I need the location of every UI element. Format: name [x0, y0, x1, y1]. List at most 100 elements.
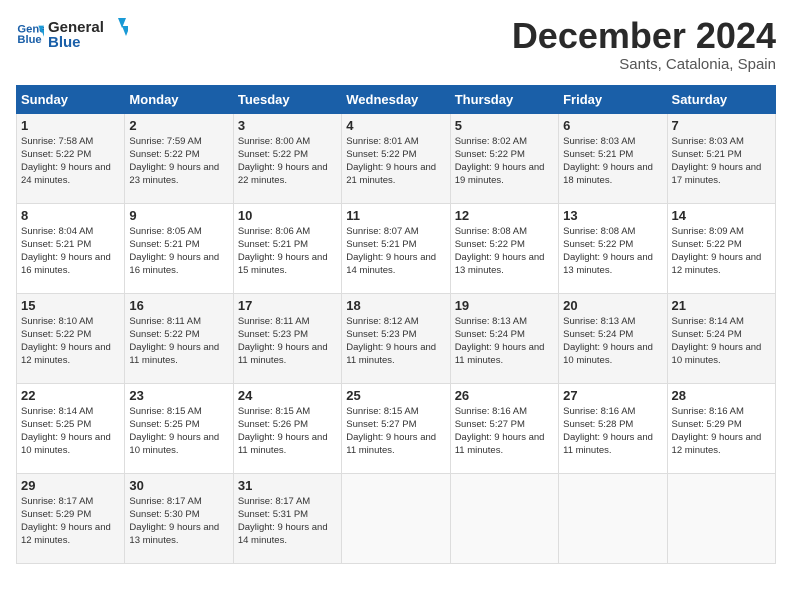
day-number: 27 — [563, 388, 662, 403]
day-info: Sunrise: 8:16 AMSunset: 5:29 PMDaylight:… — [672, 405, 771, 458]
day-number: 29 — [21, 478, 120, 493]
day-number: 2 — [129, 118, 228, 133]
day-number: 10 — [238, 208, 337, 223]
day-info: Sunrise: 8:13 AMSunset: 5:24 PMDaylight:… — [455, 315, 554, 368]
day-number: 9 — [129, 208, 228, 223]
day-info: Sunrise: 8:11 AMSunset: 5:23 PMDaylight:… — [238, 315, 337, 368]
day-cell: 31 Sunrise: 8:17 AMSunset: 5:31 PMDayligh… — [233, 473, 341, 563]
day-number: 6 — [563, 118, 662, 133]
svg-text:Blue: Blue — [48, 34, 81, 51]
day-cell: 7 Sunrise: 8:03 AMSunset: 5:21 PMDaylight… — [667, 113, 775, 203]
day-info: Sunrise: 8:17 AMSunset: 5:29 PMDaylight:… — [21, 495, 120, 548]
day-info: Sunrise: 8:03 AMSunset: 5:21 PMDaylight:… — [672, 135, 771, 188]
day-cell: 13Sunrise: 8:08 AMSunset: 5:22 PMDayligh… — [559, 203, 667, 293]
day-cell — [450, 473, 558, 563]
day-cell: 11Sunrise: 8:07 AMSunset: 5:21 PMDayligh… — [342, 203, 450, 293]
day-info: Sunrise: 8:15 AMSunset: 5:25 PMDaylight:… — [129, 405, 228, 458]
header: General Blue General Blue December 2024 … — [16, 16, 776, 73]
day-cell: 22 Sunrise: 8:14 AMSunset: 5:25 PMDayligh… — [17, 383, 125, 473]
day-info: Sunrise: 8:14 AMSunset: 5:24 PMDaylight:… — [672, 315, 771, 368]
day-info: Sunrise: 8:14 AMSunset: 5:25 PMDaylight:… — [21, 405, 120, 458]
svg-text:Blue: Blue — [17, 34, 41, 46]
day-cell: 6 Sunrise: 8:03 AMSunset: 5:21 PMDaylight… — [559, 113, 667, 203]
day-number: 12 — [455, 208, 554, 223]
day-info: Sunrise: 8:17 AMSunset: 5:30 PMDaylight:… — [129, 495, 228, 548]
day-number: 24 — [238, 388, 337, 403]
week-row-5: 29 Sunrise: 8:17 AMSunset: 5:29 PMDayligh… — [17, 473, 776, 563]
day-info: Sunrise: 8:15 AMSunset: 5:27 PMDaylight:… — [346, 405, 445, 458]
calendar-table: SundayMondayTuesdayWednesdayThursdayFrid… — [16, 85, 776, 564]
logo: General Blue General Blue — [16, 16, 128, 52]
day-number: 7 — [672, 118, 771, 133]
day-number: 1 — [21, 118, 120, 133]
day-number: 21 — [672, 298, 771, 313]
day-cell — [559, 473, 667, 563]
week-row-2: 8Sunrise: 8:04 AMSunset: 5:21 PMDaylight… — [17, 203, 776, 293]
day-header-saturday: Saturday — [667, 85, 775, 113]
day-info: Sunrise: 8:03 AMSunset: 5:21 PMDaylight:… — [563, 135, 662, 188]
day-cell: 20 Sunrise: 8:13 AMSunset: 5:24 PMDayligh… — [559, 293, 667, 383]
day-number: 5 — [455, 118, 554, 133]
day-cell: 2 Sunrise: 7:59 AMSunset: 5:22 PMDaylight… — [125, 113, 233, 203]
day-cell: 18 Sunrise: 8:12 AMSunset: 5:23 PMDayligh… — [342, 293, 450, 383]
day-cell — [342, 473, 450, 563]
week-row-3: 15 Sunrise: 8:10 AMSunset: 5:22 PMDayligh… — [17, 293, 776, 383]
day-cell: 29 Sunrise: 8:17 AMSunset: 5:29 PMDayligh… — [17, 473, 125, 563]
day-number: 4 — [346, 118, 445, 133]
day-cell: 19 Sunrise: 8:13 AMSunset: 5:24 PMDayligh… — [450, 293, 558, 383]
day-info: Sunrise: 8:02 AMSunset: 5:22 PMDaylight:… — [455, 135, 554, 188]
location: Sants, Catalonia, Spain — [512, 56, 776, 73]
day-number: 23 — [129, 388, 228, 403]
day-cell: 10Sunrise: 8:06 AMSunset: 5:21 PMDayligh… — [233, 203, 341, 293]
day-cell: 17 Sunrise: 8:11 AMSunset: 5:23 PMDayligh… — [233, 293, 341, 383]
month-title: December 2024 — [512, 16, 776, 56]
day-cell: 5 Sunrise: 8:02 AMSunset: 5:22 PMDaylight… — [450, 113, 558, 203]
calendar-body: 1 Sunrise: 7:58 AMSunset: 5:22 PMDaylight… — [17, 113, 776, 563]
day-cell: 9 Sunrise: 8:05 AMSunset: 5:21 PMDaylight… — [125, 203, 233, 293]
day-info: Sunrise: 8:08 AMSunset: 5:22 PMDaylight:… — [455, 225, 554, 278]
day-number: 31 — [238, 478, 337, 493]
day-info: Sunrise: 8:01 AMSunset: 5:22 PMDaylight:… — [346, 135, 445, 188]
day-cell: 25 Sunrise: 8:15 AMSunset: 5:27 PMDayligh… — [342, 383, 450, 473]
day-info: Sunrise: 8:09 AMSunset: 5:22 PMDaylight:… — [672, 225, 771, 278]
day-cell: 4 Sunrise: 8:01 AMSunset: 5:22 PMDaylight… — [342, 113, 450, 203]
day-info: Sunrise: 8:12 AMSunset: 5:23 PMDaylight:… — [346, 315, 445, 368]
day-cell — [667, 473, 775, 563]
day-cell: 1 Sunrise: 7:58 AMSunset: 5:22 PMDaylight… — [17, 113, 125, 203]
day-number: 22 — [21, 388, 120, 403]
day-cell: 23 Sunrise: 8:15 AMSunset: 5:25 PMDayligh… — [125, 383, 233, 473]
day-cell: 15 Sunrise: 8:10 AMSunset: 5:22 PMDayligh… — [17, 293, 125, 383]
day-info: Sunrise: 8:10 AMSunset: 5:22 PMDaylight:… — [21, 315, 120, 368]
day-info: Sunrise: 8:13 AMSunset: 5:24 PMDaylight:… — [563, 315, 662, 368]
day-info: Sunrise: 8:00 AMSunset: 5:22 PMDaylight:… — [238, 135, 337, 188]
day-number: 19 — [455, 298, 554, 313]
day-number: 18 — [346, 298, 445, 313]
day-header-tuesday: Tuesday — [233, 85, 341, 113]
day-number: 13 — [563, 208, 662, 223]
day-number: 11 — [346, 208, 445, 223]
day-number: 25 — [346, 388, 445, 403]
day-cell: 3Sunrise: 8:00 AMSunset: 5:22 PMDaylight… — [233, 113, 341, 203]
day-number: 28 — [672, 388, 771, 403]
day-cell: 28 Sunrise: 8:16 AMSunset: 5:29 PMDayligh… — [667, 383, 775, 473]
day-number: 15 — [21, 298, 120, 313]
general-blue-logo: General Blue — [48, 16, 128, 52]
day-cell: 8Sunrise: 8:04 AMSunset: 5:21 PMDaylight… — [17, 203, 125, 293]
day-number: 16 — [129, 298, 228, 313]
day-number: 8 — [21, 208, 120, 223]
day-info: Sunrise: 8:15 AMSunset: 5:26 PMDaylight:… — [238, 405, 337, 458]
day-header-thursday: Thursday — [450, 85, 558, 113]
week-row-4: 22 Sunrise: 8:14 AMSunset: 5:25 PMDayligh… — [17, 383, 776, 473]
day-cell: 12 Sunrise: 8:08 AMSunset: 5:22 PMDayligh… — [450, 203, 558, 293]
day-number: 17 — [238, 298, 337, 313]
day-info: Sunrise: 8:17 AMSunset: 5:31 PMDaylight:… — [238, 495, 337, 548]
day-info: Sunrise: 8:11 AMSunset: 5:22 PMDaylight:… — [129, 315, 228, 368]
day-header-sunday: Sunday — [17, 85, 125, 113]
day-number: 20 — [563, 298, 662, 313]
day-info: Sunrise: 8:05 AMSunset: 5:21 PMDaylight:… — [129, 225, 228, 278]
day-number: 14 — [672, 208, 771, 223]
day-cell: 27Sunrise: 8:16 AMSunset: 5:28 PMDayligh… — [559, 383, 667, 473]
day-info: Sunrise: 7:59 AMSunset: 5:22 PMDaylight:… — [129, 135, 228, 188]
day-info: Sunrise: 7:58 AMSunset: 5:22 PMDaylight:… — [21, 135, 120, 188]
day-header-monday: Monday — [125, 85, 233, 113]
